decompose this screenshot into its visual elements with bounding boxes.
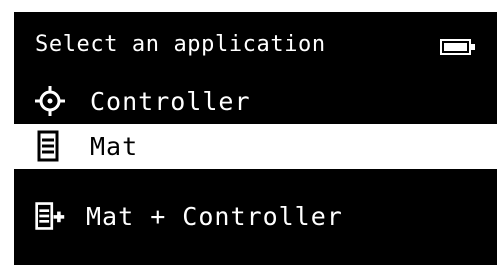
device-screen: Select an application Controller Mat Mat… (14, 12, 497, 265)
mat-icon (37, 130, 59, 162)
menu-item-label: Mat (90, 132, 139, 161)
menu-item-controller[interactable]: Controller (14, 79, 497, 124)
menu-item-mat-controller[interactable]: Mat + Controller (14, 194, 497, 239)
battery-icon (440, 39, 475, 55)
menu-item-label: Controller (90, 87, 251, 116)
page-title: Select an application (35, 32, 326, 57)
mat-plus-icon (35, 202, 65, 230)
crosshair-icon (35, 86, 65, 116)
header-bar: Select an application (14, 12, 497, 76)
menu-item-mat[interactable]: Mat (14, 124, 497, 169)
menu-item-label: Mat + Controller (86, 202, 343, 231)
